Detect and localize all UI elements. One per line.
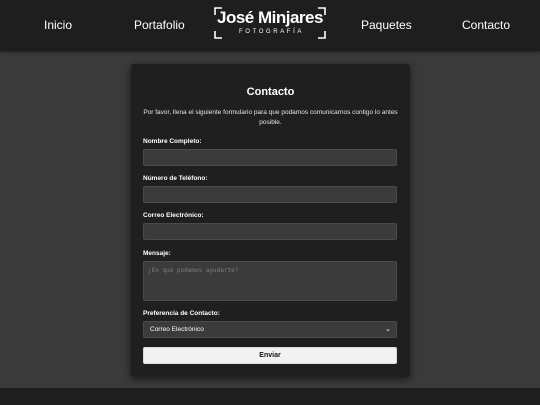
form-description: Por favor, llena el siguiente formulario… [143, 109, 398, 126]
logo-name: José Minjares [217, 8, 323, 27]
nav-link-contacto[interactable]: Contacto [462, 18, 510, 32]
logo-subtitle: FOTOGRAFÍA [239, 29, 304, 35]
email-input[interactable] [143, 223, 397, 240]
phone-input[interactable] [143, 186, 397, 203]
navbar: Inicio Portafolio José Minjares FOTOGRAF… [0, 0, 540, 51]
submit-button[interactable]: Enviar [143, 347, 397, 364]
nav-link-portafolio[interactable]: Portafolio [134, 18, 185, 32]
preference-selected-value: Correo Electrónico [150, 326, 204, 333]
name-label: Nombre Completo: [143, 138, 202, 145]
message-label: Mensaje: [143, 250, 171, 257]
message-textarea[interactable]: ¿En qué podemos ayudarte? [143, 261, 397, 301]
nav-link-inicio[interactable]: Inicio [44, 18, 72, 32]
footer [0, 388, 540, 405]
preference-select[interactable]: Correo Electrónico ⌄ [143, 321, 397, 338]
nav-link-paquetes[interactable]: Paquetes [361, 18, 412, 32]
logo[interactable]: José Minjares FOTOGRAFÍA [214, 7, 326, 39]
contact-form-card: Contacto Por favor, llena el siguiente f… [131, 64, 410, 377]
chevron-down-icon: ⌄ [385, 326, 391, 333]
form-title: Contacto [246, 86, 295, 98]
preference-label: Preferencia de Contacto: [143, 310, 220, 317]
email-label: Correo Electrónico: [143, 212, 204, 219]
phone-label: Número de Teléfono: [143, 175, 208, 182]
name-input[interactable] [143, 149, 397, 166]
